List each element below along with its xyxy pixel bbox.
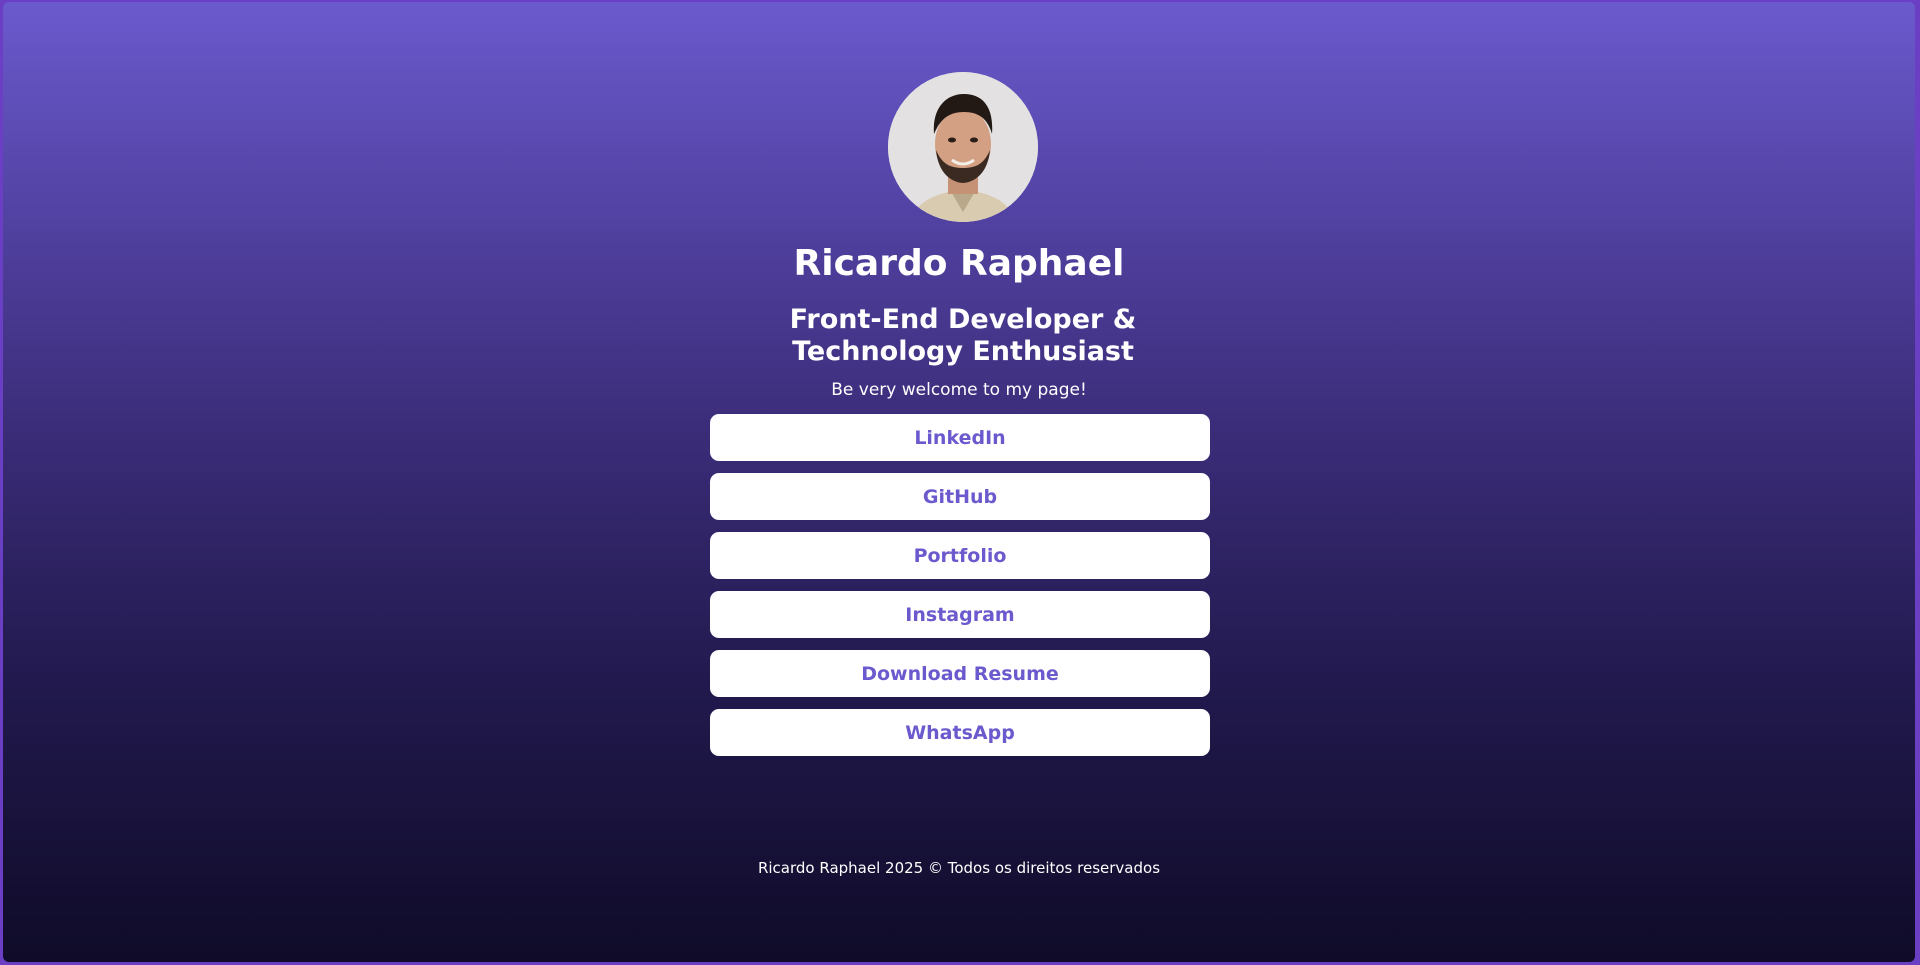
profile-role: Front-End Developer & Technology Enthusi… [789, 304, 1137, 367]
instagram-link-button[interactable]: Instagram [710, 591, 1210, 638]
profile-name: Ricardo Raphael [793, 243, 1125, 284]
download-resume-button[interactable]: Download Resume [710, 650, 1210, 697]
avatar-photo [888, 72, 1038, 222]
linkedin-link-button[interactable]: LinkedIn [710, 414, 1210, 461]
portfolio-link-button[interactable]: Portfolio [710, 532, 1210, 579]
footer-copyright: Ricardo Raphael 2025 © Todos os direitos… [757, 859, 1161, 877]
links-list: LinkedIn GitHub Portfolio Instagram Down… [710, 414, 1210, 768]
avatar [888, 72, 1038, 222]
welcome-message: Be very welcome to my page! [831, 380, 1087, 400]
github-link-button[interactable]: GitHub [710, 473, 1210, 520]
whatsapp-link-button[interactable]: WhatsApp [710, 709, 1210, 756]
page-background: Ricardo Raphael Front-End Developer & Te… [3, 2, 1915, 962]
